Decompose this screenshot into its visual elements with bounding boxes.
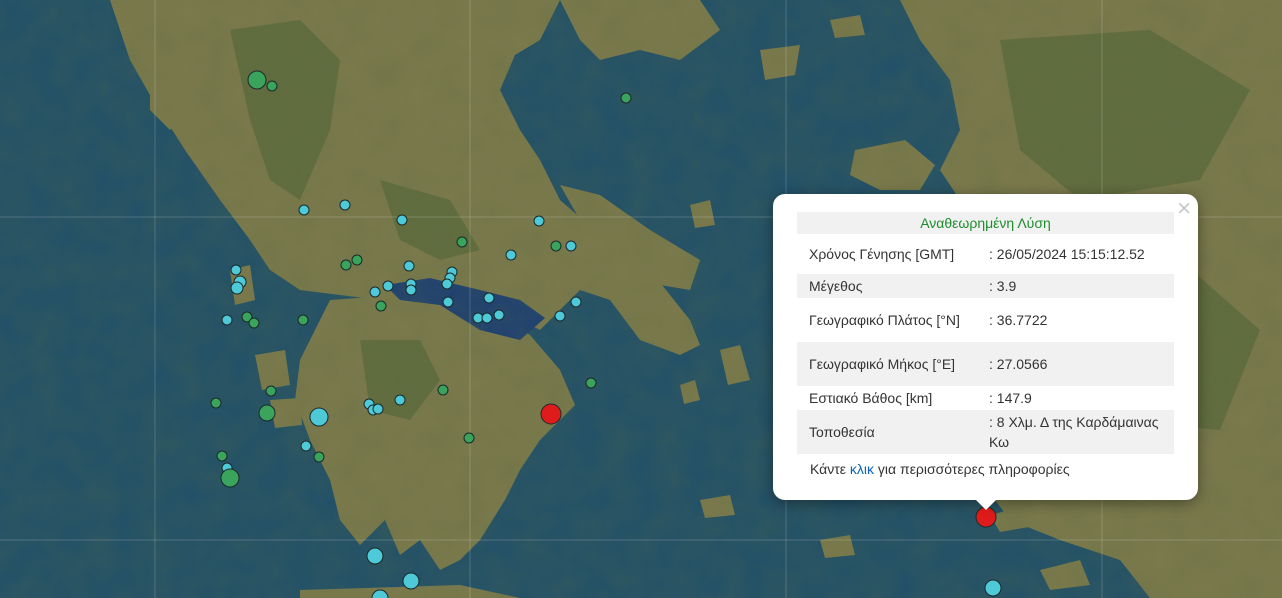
earthquake-marker[interactable] [339,199,351,211]
depth-label: Εστιακό Βάθος [km] [809,390,933,406]
earthquake-marker[interactable] [505,249,517,261]
earthquake-marker[interactable] [437,384,449,396]
earthquake-marker[interactable] [533,215,545,227]
more-info-link[interactable]: κλικ [850,461,874,477]
earthquake-marker[interactable] [620,92,632,104]
earthquake-marker[interactable] [216,450,228,462]
earthquake-popup: × Αναθεωρημένη Λύση Χρόνος Γένησης [GMT]… [773,194,1198,500]
earthquake-marker[interactable] [313,451,325,463]
earthquake-marker[interactable] [570,296,582,308]
popup-header: Αναθεωρημένη Λύση [920,215,1051,231]
close-icon[interactable]: × [1176,198,1192,218]
row-magnitude: Μέγεθος : 3.9 [797,274,1174,298]
earthquake-marker[interactable] [565,240,577,252]
earthquake-marker[interactable] [297,314,309,326]
row-longitude: Γεωγραφικό Μήκος [°E] : 27.0566 [797,342,1174,386]
earthquake-marker[interactable] [585,377,597,389]
earthquake-marker[interactable] [230,264,242,276]
location-value: : 8 Χλμ. Δ της Καρδάμαινας Κω [989,414,1159,450]
row-location: Τοποθεσία : 8 Χλμ. Δ της Καρδάμαινας Κω [797,410,1174,454]
earthquake-marker[interactable] [298,204,310,216]
more-info-suffix: για περισσότερες πληροφορίες [874,461,1070,477]
earthquake-marker[interactable] [396,214,408,226]
earthquake-marker[interactable] [248,317,260,329]
earthquake-marker[interactable] [220,468,240,488]
earthquake-marker[interactable] [369,286,381,298]
earthquake-marker[interactable] [554,310,566,322]
earthquake-marker[interactable] [247,70,267,90]
origin-time-value: : 26/05/2024 15:15:12.52 [989,246,1145,262]
earthquake-marker[interactable] [481,312,493,324]
earthquake-marker[interactable] [483,292,495,304]
latitude-value: : 36.7722 [989,312,1048,328]
earthquake-marker[interactable] [463,432,475,444]
earthquake-info-table: Αναθεωρημένη Λύση Χρόνος Γένησης [GMT] :… [797,212,1174,454]
earthquake-marker[interactable] [405,284,417,296]
earthquake-marker[interactable] [382,280,394,292]
longitude-value: : 27.0566 [989,356,1048,372]
row-depth: Εστιακό Βάθος [km] : 147.9 [797,386,1174,410]
longitude-label: Γεωγραφικό Μήκος [°E] [809,356,956,372]
earthquake-marker[interactable] [300,440,312,452]
location-label: Τοποθεσία [809,424,875,440]
earthquake-marker[interactable] [210,397,222,409]
earthquake-marker[interactable] [366,547,384,565]
earthquake-marker[interactable] [403,260,415,272]
more-info-prefix: Κάντε [810,461,850,477]
earthquake-marker[interactable] [340,259,352,271]
popup-header-row: Αναθεωρημένη Λύση [797,212,1174,234]
recent-earthquake-marker[interactable] [975,506,997,528]
row-latitude: Γεωγραφικό Πλάτος [°N] : 36.7722 [797,298,1174,342]
origin-time-label: Χρόνος Γένησης [GMT] [809,246,955,262]
earthquake-marker[interactable] [230,281,244,295]
magnitude-label: Μέγεθος [809,278,863,294]
more-info-text: Κάντε κλικ για περισσότερες πληροφορίες [810,461,1070,477]
depth-value: : 147.9 [989,390,1032,406]
earthquake-marker[interactable] [351,254,363,266]
earthquake-marker[interactable] [441,278,453,290]
latitude-label: Γεωγραφικό Πλάτος [°N] [809,312,960,328]
earthquake-marker[interactable] [402,572,420,590]
earthquake-marker[interactable] [221,314,233,326]
earthquake-marker[interactable] [984,579,1002,597]
earthquake-marker[interactable] [265,385,277,397]
recent-earthquake-marker[interactable] [540,403,562,425]
earthquake-marker[interactable] [456,236,468,248]
earthquake-marker[interactable] [550,240,562,252]
earthquake-marker[interactable] [372,403,384,415]
row-origin-time: Χρόνος Γένησης [GMT] : 26/05/2024 15:15:… [797,234,1174,274]
earthquake-marker[interactable] [394,394,406,406]
earthquake-marker[interactable] [309,407,329,427]
earthquake-marker[interactable] [493,309,505,321]
magnitude-value: : 3.9 [989,278,1017,294]
popup-tip [975,499,997,510]
earthquake-marker[interactable] [266,80,278,92]
earthquake-marker[interactable] [258,404,276,422]
earthquake-marker[interactable] [375,300,387,312]
earthquake-marker[interactable] [442,296,454,308]
